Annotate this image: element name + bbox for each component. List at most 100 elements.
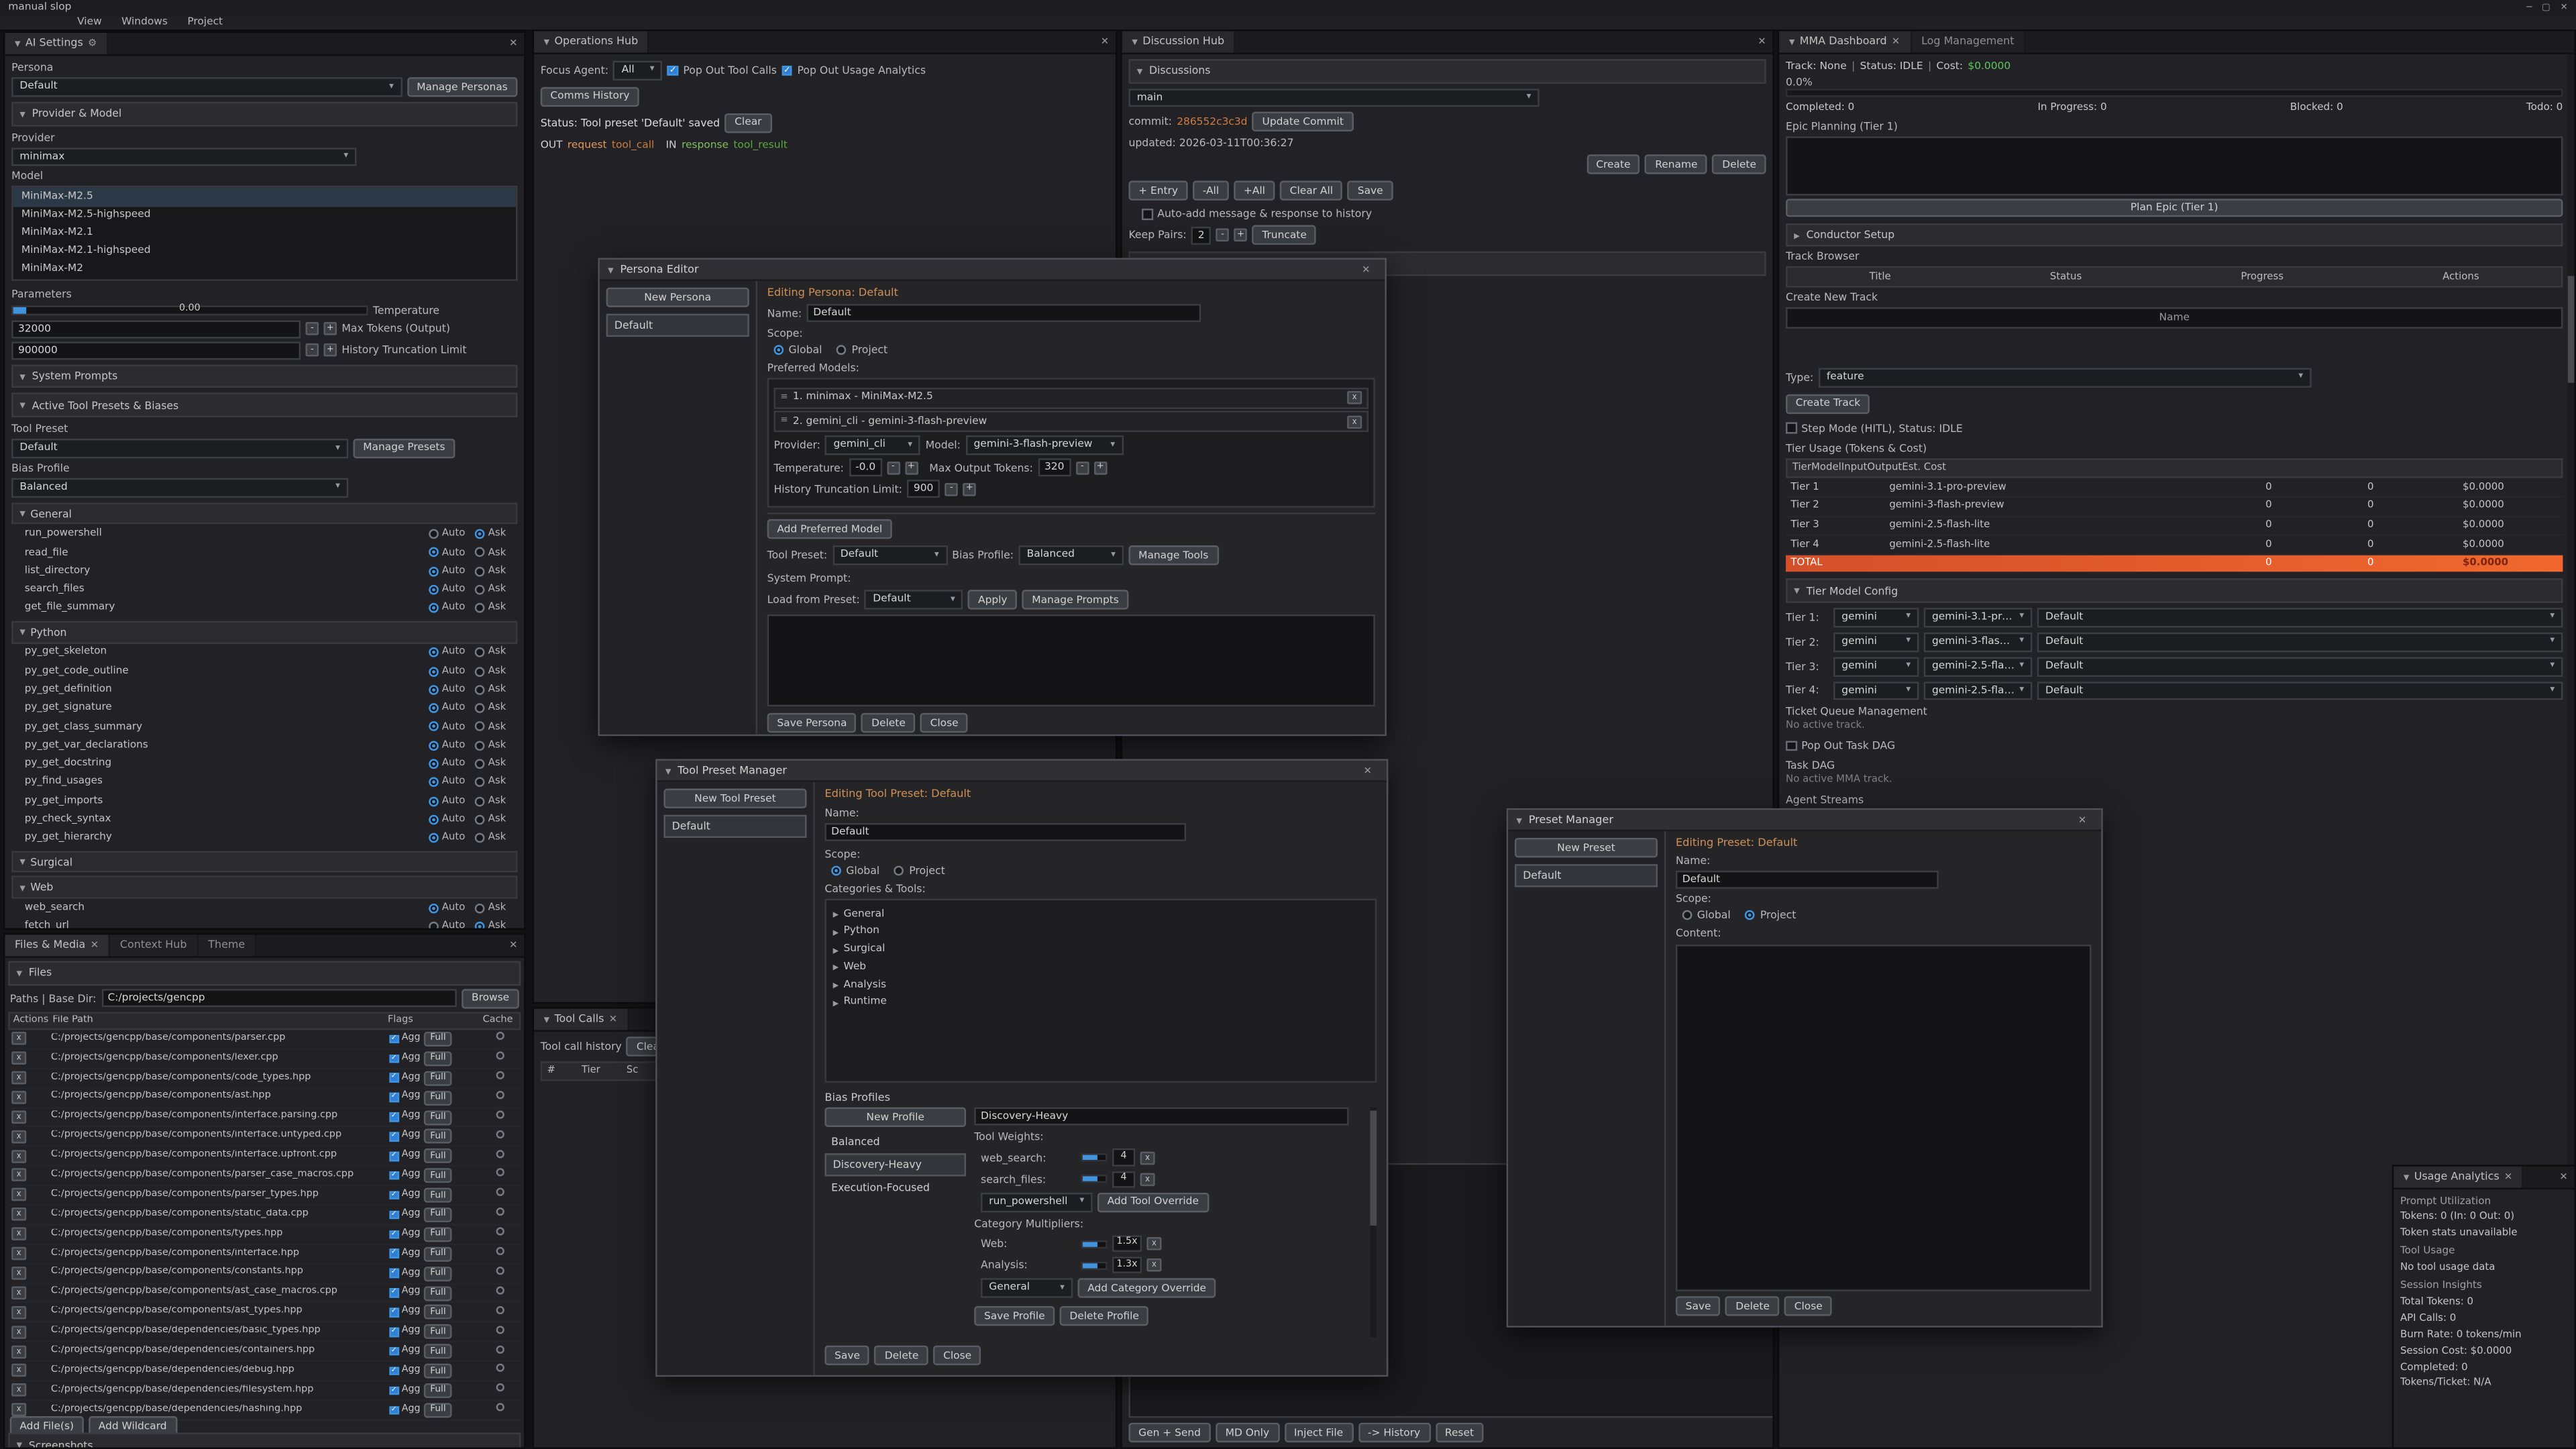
comms-history-button[interactable]: Comms History (541, 87, 639, 106)
entry-action-button[interactable]: + Entry (1128, 182, 1187, 201)
manage-tools-button[interactable]: Manage Tools (1128, 545, 1218, 565)
active-tools-section[interactable]: Active Tool Presets & Biases (11, 393, 517, 417)
bias-profile-item[interactable]: Discovery-Heavy (824, 1154, 966, 1177)
ask-radio[interactable] (475, 741, 485, 751)
model-item[interactable]: MiniMax-M2.5-highspeed (13, 206, 516, 224)
bias-profile-item[interactable]: Balanced (824, 1132, 966, 1152)
agg-checkbox[interactable] (389, 1269, 398, 1278)
ask-radio[interactable] (475, 903, 485, 913)
scope-global-radio[interactable] (831, 866, 841, 876)
expand-icon[interactable] (833, 907, 839, 921)
auto-radio[interactable] (429, 777, 439, 788)
override-tool-select[interactable]: run_powershell (981, 1193, 1093, 1212)
decrement-button[interactable]: - (945, 482, 959, 496)
step-mode-checkbox[interactable] (1786, 423, 1796, 433)
full-button[interactable]: Full (423, 1364, 452, 1379)
ask-radio[interactable] (475, 547, 485, 557)
tier-model-select[interactable]: gemini-3-flash-preview (1924, 632, 2033, 651)
collapse-icon[interactable] (544, 35, 549, 49)
remove-file-button[interactable]: x (11, 1208, 26, 1222)
group-python[interactable]: Python (11, 621, 517, 643)
group-web[interactable]: Web (11, 876, 517, 898)
cache-indicator[interactable] (495, 1091, 503, 1099)
load-preset-select[interactable]: Default (865, 590, 963, 610)
auto-radio[interactable] (429, 685, 439, 695)
tier-preset-select[interactable]: Default (2037, 632, 2563, 651)
ask-radio[interactable] (475, 529, 485, 539)
full-button[interactable]: Full (423, 1188, 452, 1203)
full-button[interactable]: Full (423, 1325, 452, 1340)
save-tool-preset-button[interactable]: Save (824, 1346, 869, 1365)
preset-manager-titlebar[interactable]: Preset Manager (1508, 810, 2101, 831)
new-preset-button[interactable]: New Preset (1515, 838, 1658, 857)
close-icon[interactable] (509, 938, 517, 953)
increment-button[interactable]: + (1093, 461, 1107, 474)
cache-indicator[interactable] (495, 1052, 503, 1060)
remove-file-button[interactable]: x (11, 1052, 26, 1065)
tier-provider-select[interactable]: gemini (1833, 681, 1919, 700)
collapse-icon[interactable] (1794, 227, 1799, 241)
ask-radio[interactable] (475, 722, 485, 732)
agg-checkbox[interactable] (389, 1093, 398, 1102)
increment-button[interactable]: + (1234, 229, 1248, 243)
remove-file-button[interactable]: x (11, 1305, 26, 1319)
full-button[interactable]: Full (423, 1032, 452, 1046)
remove-file-button[interactable]: x (11, 1286, 26, 1299)
close-icon[interactable] (609, 1012, 617, 1026)
auto-radio[interactable] (429, 796, 439, 806)
remove-file-button[interactable]: x (11, 1091, 26, 1104)
cache-indicator[interactable] (495, 1189, 503, 1197)
discussion-action-button[interactable]: Inject File (1284, 1423, 1353, 1442)
weight-slider[interactable] (1081, 1175, 1107, 1183)
tab-log-management[interactable]: Log Management (1911, 32, 2025, 53)
agg-checkbox[interactable] (389, 1347, 398, 1356)
preset-content-input[interactable] (1676, 945, 2092, 1291)
cache-indicator[interactable] (495, 1267, 503, 1275)
cache-indicator[interactable] (495, 1364, 503, 1373)
track-type-select[interactable]: feature (1819, 368, 2312, 387)
collapse-icon[interactable] (19, 881, 25, 895)
collapse-icon[interactable] (16, 1438, 21, 1449)
max-output-input[interactable] (1038, 458, 1071, 476)
collapse-icon[interactable] (1137, 64, 1142, 78)
menu-item[interactable]: View (69, 17, 110, 30)
agg-checkbox[interactable] (389, 1054, 398, 1063)
maximize-icon[interactable]: ▢ (2542, 3, 2551, 14)
ask-radio[interactable] (475, 922, 485, 930)
system-prompts-section[interactable]: System Prompts (11, 364, 517, 388)
weight-slider[interactable] (1081, 1153, 1107, 1161)
multiplier-slider[interactable] (1081, 1261, 1107, 1269)
ask-radio[interactable] (475, 585, 485, 595)
cache-indicator[interactable] (495, 1344, 503, 1352)
agg-checkbox[interactable] (389, 1152, 398, 1161)
cache-indicator[interactable] (495, 1305, 503, 1313)
update-commit-button[interactable]: Update Commit (1252, 113, 1354, 132)
group-surgical[interactable]: Surgical (11, 851, 517, 873)
expand-icon[interactable] (833, 996, 839, 1010)
remove-weight-button[interactable]: x (1140, 1173, 1155, 1186)
persona-editor-titlebar[interactable]: Persona Editor (600, 260, 1385, 281)
browse-button[interactable]: Browse (462, 988, 519, 1008)
base-dir-input[interactable] (101, 989, 457, 1008)
decrement-button[interactable]: - (1076, 461, 1089, 474)
persona-name-input[interactable] (806, 305, 1201, 323)
remove-file-button[interactable]: x (11, 1403, 26, 1417)
drag-handle-icon[interactable]: ≡ (780, 416, 788, 427)
tier-model-select[interactable]: gemini-2.5-flash-lite (1924, 657, 2033, 676)
close-dialog-button[interactable]: Close (1784, 1296, 1832, 1316)
agg-checkbox[interactable] (389, 1366, 398, 1375)
tab-usage-analytics[interactable]: Usage Analytics (2394, 1167, 2524, 1188)
scrollbar-thumb[interactable] (1370, 1112, 1377, 1226)
increment-button[interactable]: + (323, 323, 337, 336)
ask-radio[interactable] (475, 703, 485, 713)
entry-action-button[interactable]: Clear All (1280, 182, 1343, 201)
entry-action-button[interactable]: -All (1193, 182, 1229, 201)
delete-profile-button[interactable]: Delete Profile (1060, 1307, 1149, 1326)
auto-radio[interactable] (429, 647, 439, 657)
auto-radio[interactable] (429, 833, 439, 843)
tool-preset-titlebar[interactable]: Tool Preset Manager (657, 761, 1387, 782)
ask-radio[interactable] (475, 666, 485, 676)
collapse-icon[interactable] (19, 369, 25, 383)
cache-indicator[interactable] (495, 1130, 503, 1138)
scope-project-radio[interactable] (837, 345, 847, 356)
